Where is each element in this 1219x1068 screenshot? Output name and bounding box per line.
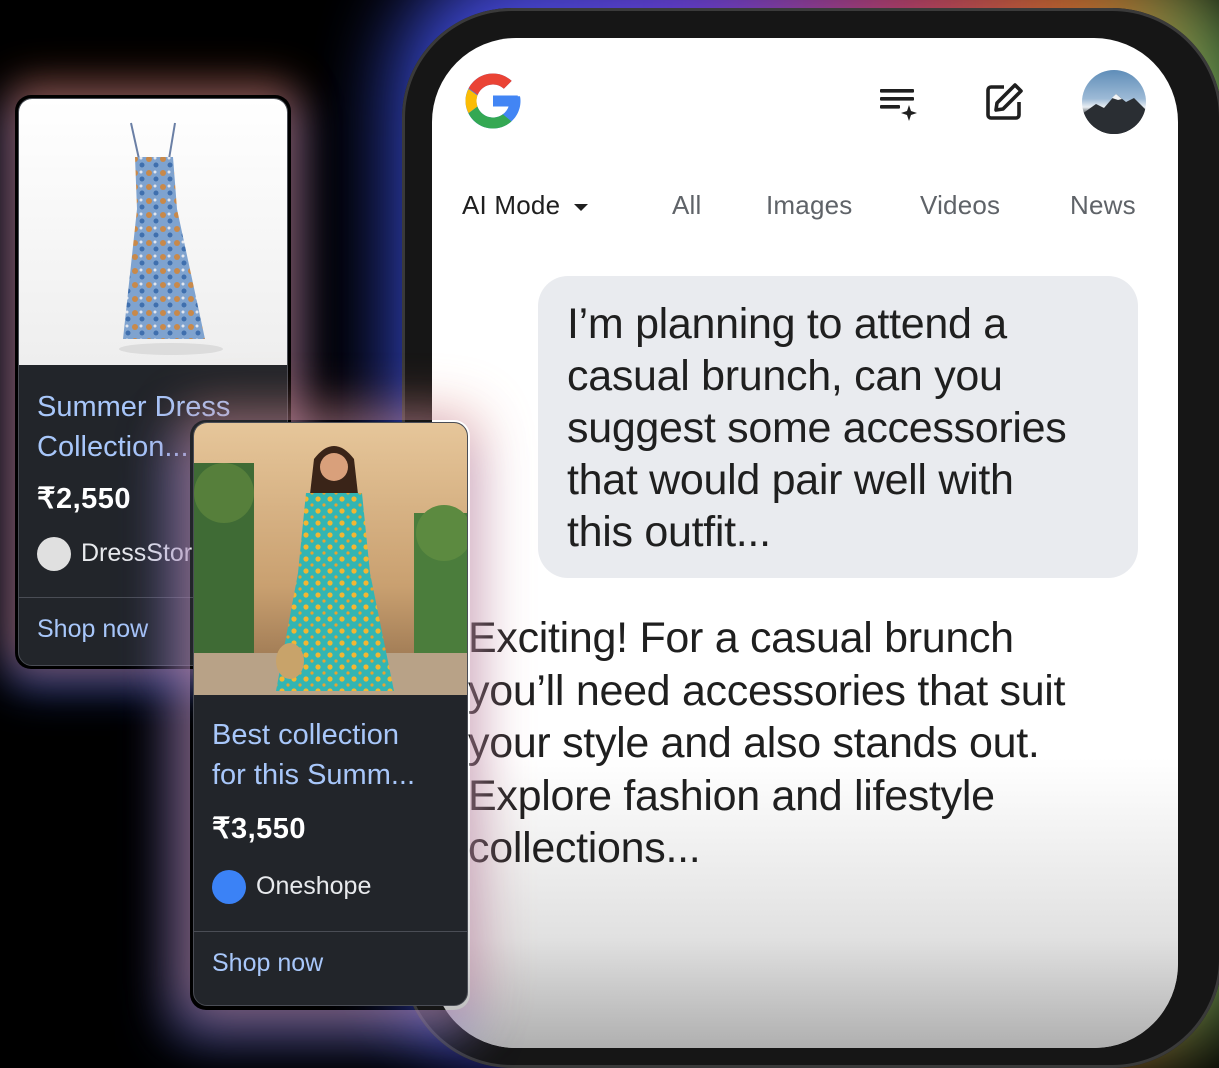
product-card-best-collection[interactable]: Best collection for this Summ... ₹3,550 O… xyxy=(193,422,468,1006)
store-logo-icon xyxy=(37,537,71,571)
ai-answer-text: Exciting! For a casual brunch you’ll nee… xyxy=(468,614,1066,872)
card-title[interactable]: Best collection for this Summ... xyxy=(212,715,415,795)
shop-now-link[interactable]: Shop now xyxy=(37,615,148,644)
shop-now-link[interactable]: Shop now xyxy=(212,949,323,978)
user-message-bubble: I’m planning to attend a casual brunch, … xyxy=(538,276,1138,578)
phone-screen: AI Mode All Images Videos News I’m plann… xyxy=(432,38,1178,1048)
search-tabs: AI Mode All Images Videos News xyxy=(462,190,1178,230)
sparkle-list-icon[interactable] xyxy=(876,80,920,124)
tab-ai-mode[interactable]: AI Mode xyxy=(462,190,589,221)
tab-videos[interactable]: Videos xyxy=(920,190,1000,221)
store-logo-icon xyxy=(212,870,246,904)
card-divider xyxy=(194,931,467,932)
user-message-text: I’m planning to attend a casual brunch, … xyxy=(567,300,1067,556)
tab-all[interactable]: All xyxy=(672,190,702,221)
model-product-image xyxy=(194,423,467,695)
chevron-down-icon xyxy=(574,203,589,211)
card-price: ₹3,550 xyxy=(212,813,307,845)
tab-ai-mode-label: AI Mode xyxy=(462,190,561,220)
store-name: DressStor xyxy=(81,539,193,567)
store-name: Oneshope xyxy=(256,872,372,900)
tab-images[interactable]: Images xyxy=(766,190,852,221)
tab-news[interactable]: News xyxy=(1070,190,1136,221)
account-avatar[interactable] xyxy=(1082,70,1146,134)
mountain-avatar-icon xyxy=(1082,94,1146,134)
card-price: ₹2,550 xyxy=(37,483,132,515)
edit-square-icon[interactable] xyxy=(982,80,1026,124)
dress-product-image xyxy=(19,99,287,365)
google-logo-icon[interactable] xyxy=(460,68,526,134)
